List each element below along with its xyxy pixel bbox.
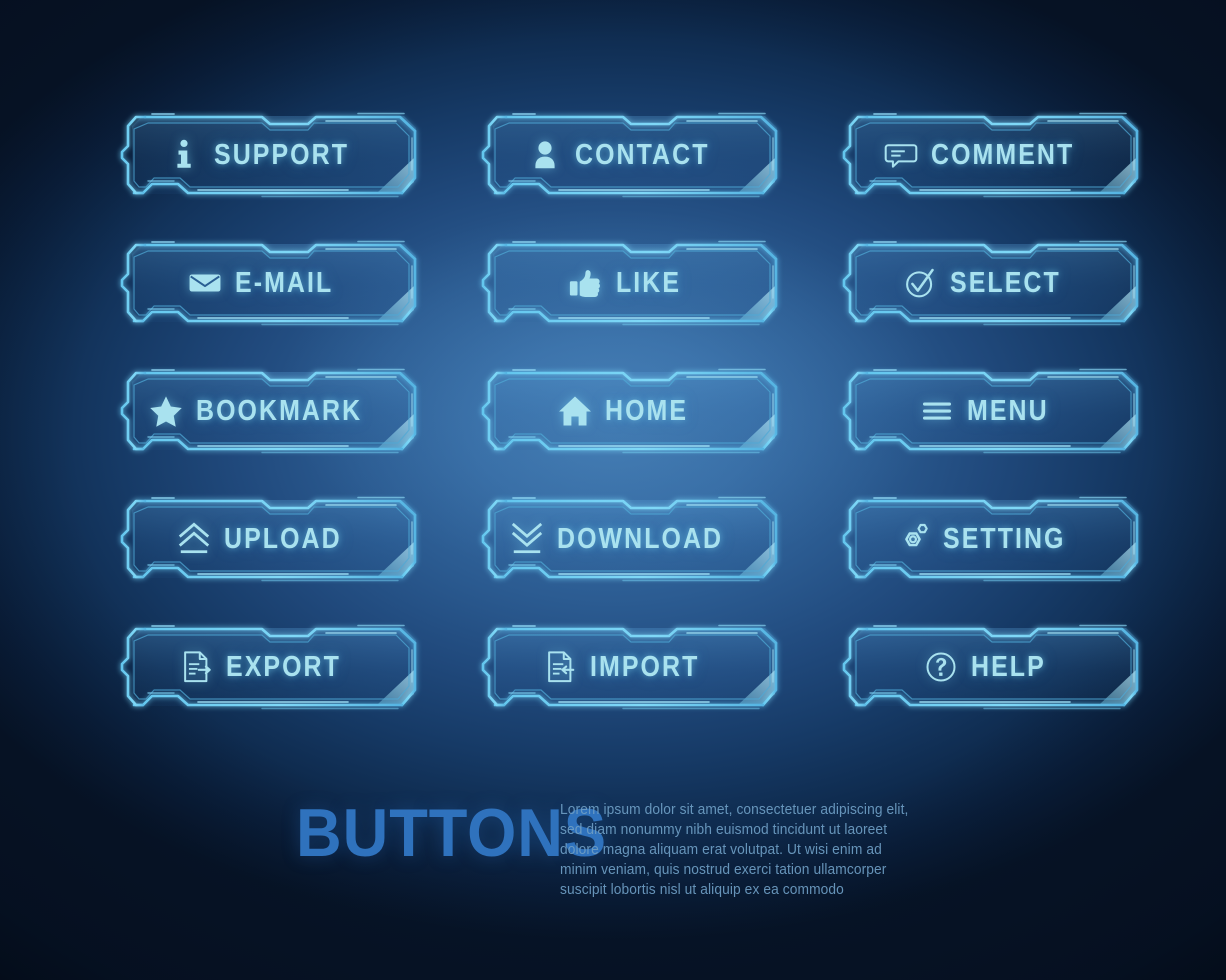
button-frame: [120, 112, 417, 198]
button-body-fill: [854, 244, 1138, 322]
button-like[interactable]: LIKE: [473, 240, 781, 326]
button-frame: [481, 496, 778, 582]
button-frame: [120, 368, 417, 454]
button-body-fill: [493, 244, 777, 322]
button-upload[interactable]: UPLOAD: [112, 496, 420, 582]
button-frame: [842, 112, 1139, 198]
button-body-fill: [132, 500, 416, 578]
button-body-fill: [854, 500, 1138, 578]
button-bookmark[interactable]: BOOKMARK: [112, 368, 420, 454]
button-body-fill: [132, 372, 416, 450]
button-frame: [120, 496, 417, 582]
button-download[interactable]: DOWNLOAD: [473, 496, 781, 582]
button-frame: [481, 240, 778, 326]
button-body-fill: [493, 372, 777, 450]
button-setting[interactable]: SETTING: [834, 496, 1142, 582]
button-email[interactable]: E-MAIL: [112, 240, 420, 326]
button-comment[interactable]: COMMENT: [834, 112, 1142, 198]
button-contact[interactable]: CONTACT: [473, 112, 781, 198]
button-frame: [481, 368, 778, 454]
button-body-fill: [493, 628, 777, 706]
button-frame: [842, 368, 1139, 454]
button-help[interactable]: HELP: [834, 624, 1142, 710]
button-body-fill: [854, 116, 1138, 194]
button-body-fill: [493, 500, 777, 578]
button-frame: [842, 240, 1139, 326]
button-frame: [842, 624, 1139, 710]
button-export[interactable]: EXPORT: [112, 624, 420, 710]
button-home[interactable]: HOME: [473, 368, 781, 454]
button-body-fill: [493, 116, 777, 194]
button-menu[interactable]: MENU: [834, 368, 1142, 454]
button-body-fill: [132, 244, 416, 322]
button-support[interactable]: SUPPORT: [112, 112, 420, 198]
footer-body-text: Lorem ipsum dolor sit amet, consectetuer…: [560, 802, 909, 898]
button-frame: [481, 624, 778, 710]
button-import[interactable]: IMPORT: [473, 624, 781, 710]
button-body-fill: [132, 116, 416, 194]
button-grid: SUPPORT CONTACT COMMENT E-MAIL LIKE SELE…: [112, 112, 1142, 752]
button-body-fill: [132, 628, 416, 706]
footer: BUTTONS Lorem ipsum dolor sit amet, cons…: [0, 790, 1226, 900]
button-select[interactable]: SELECT: [834, 240, 1142, 326]
button-body-fill: [854, 628, 1138, 706]
button-body-fill: [854, 372, 1138, 450]
button-frame: [481, 112, 778, 198]
button-frame: [842, 496, 1139, 582]
button-frame: [120, 624, 417, 710]
button-frame: [120, 240, 417, 326]
